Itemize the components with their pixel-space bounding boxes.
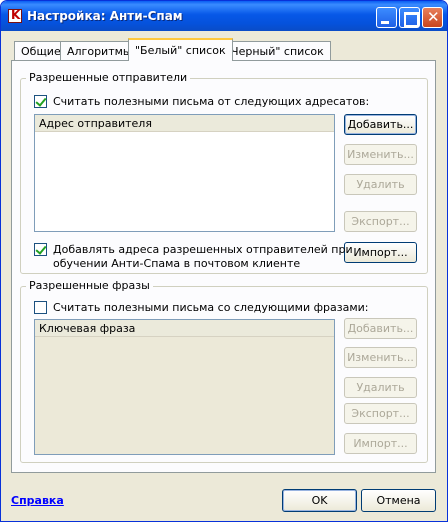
tab-panel: Разрешенные отправители Считать полезным… [11, 60, 436, 473]
export-phrases-button[interactable]: Экспорт... [344, 403, 417, 424]
delete-sender-button[interactable]: Удалить [344, 174, 417, 195]
add-phrase-button[interactable]: Добавить... [344, 318, 417, 339]
minimize-button[interactable] [376, 7, 397, 28]
maximize-button[interactable] [399, 7, 420, 28]
use-phrases-checkbox[interactable] [34, 301, 47, 314]
tab-whitelist[interactable]: "Белый" список [128, 38, 233, 61]
allowed-senders-group: Разрешенные отправители Считать полезным… [20, 71, 428, 274]
close-button[interactable]: ✕ [422, 7, 443, 28]
learn-senders-label: Добавлять адреса разрешенных отправителе… [53, 243, 353, 271]
window-title: Настройка: Анти-Спам [27, 9, 183, 23]
use-senders-checkbox[interactable] [34, 95, 47, 108]
learn-senders-checkrow[interactable]: Добавлять адреса разрешенных отправителе… [34, 243, 353, 271]
close-icon: ✕ [427, 8, 440, 26]
allowed-phrases-title: Разрешенные фразы [26, 279, 153, 292]
column-header-sender-address[interactable]: Адрес отправителя [35, 115, 334, 132]
use-senders-label: Считать полезными письма от следующих ад… [53, 95, 370, 108]
tab-blacklist[interactable]: "Черный" список [219, 41, 331, 60]
use-senders-checkrow[interactable]: Считать полезными письма от следующих ад… [34, 95, 369, 109]
column-header-label: Адрес отправителя [39, 117, 152, 130]
delete-phrase-button[interactable]: Удалить [344, 377, 417, 398]
column-header-key-phrase[interactable]: Ключевая фраза [35, 320, 334, 337]
app-icon: K [8, 8, 22, 23]
phrases-list[interactable]: Ключевая фраза [34, 319, 335, 455]
ok-button[interactable]: OK [282, 489, 357, 512]
import-senders-button[interactable]: Импорт... [344, 242, 417, 263]
allowed-senders-title: Разрешенные отправители [26, 71, 191, 84]
edit-sender-button[interactable]: Изменить... [344, 144, 417, 165]
title-bar[interactable]: K Настройка: Анти-Спам ✕ [1, 1, 447, 31]
learn-senders-label-line1: Добавлять адреса разрешенных отправителе… [53, 243, 353, 256]
use-phrases-label: Считать полезными письма со следующими ф… [53, 301, 369, 314]
help-link[interactable]: Справка [11, 494, 64, 507]
allowed-phrases-group: Разрешенные фразы Считать полезными пись… [20, 279, 428, 463]
tab-algorithms[interactable]: Алгоритмы [60, 41, 139, 60]
edit-phrase-button[interactable]: Изменить... [344, 347, 417, 368]
learn-senders-label-line2: обучении Анти-Спама в почтовом клиенте [53, 257, 301, 270]
add-sender-button[interactable]: Добавить... [344, 114, 417, 135]
senders-list[interactable]: Адрес отправителя [34, 114, 335, 232]
cancel-button[interactable]: Отмена [361, 489, 436, 512]
learn-senders-checkbox[interactable] [34, 243, 47, 256]
column-header-label: Ключевая фраза [39, 322, 136, 335]
import-phrases-button[interactable]: Импорт... [344, 433, 417, 454]
settings-window: K Настройка: Анти-Спам ✕ Общие Алгоритмы… [0, 0, 448, 522]
use-phrases-checkrow[interactable]: Считать полезными письма со следующими ф… [34, 301, 368, 315]
export-senders-button[interactable]: Экспорт... [344, 211, 417, 232]
